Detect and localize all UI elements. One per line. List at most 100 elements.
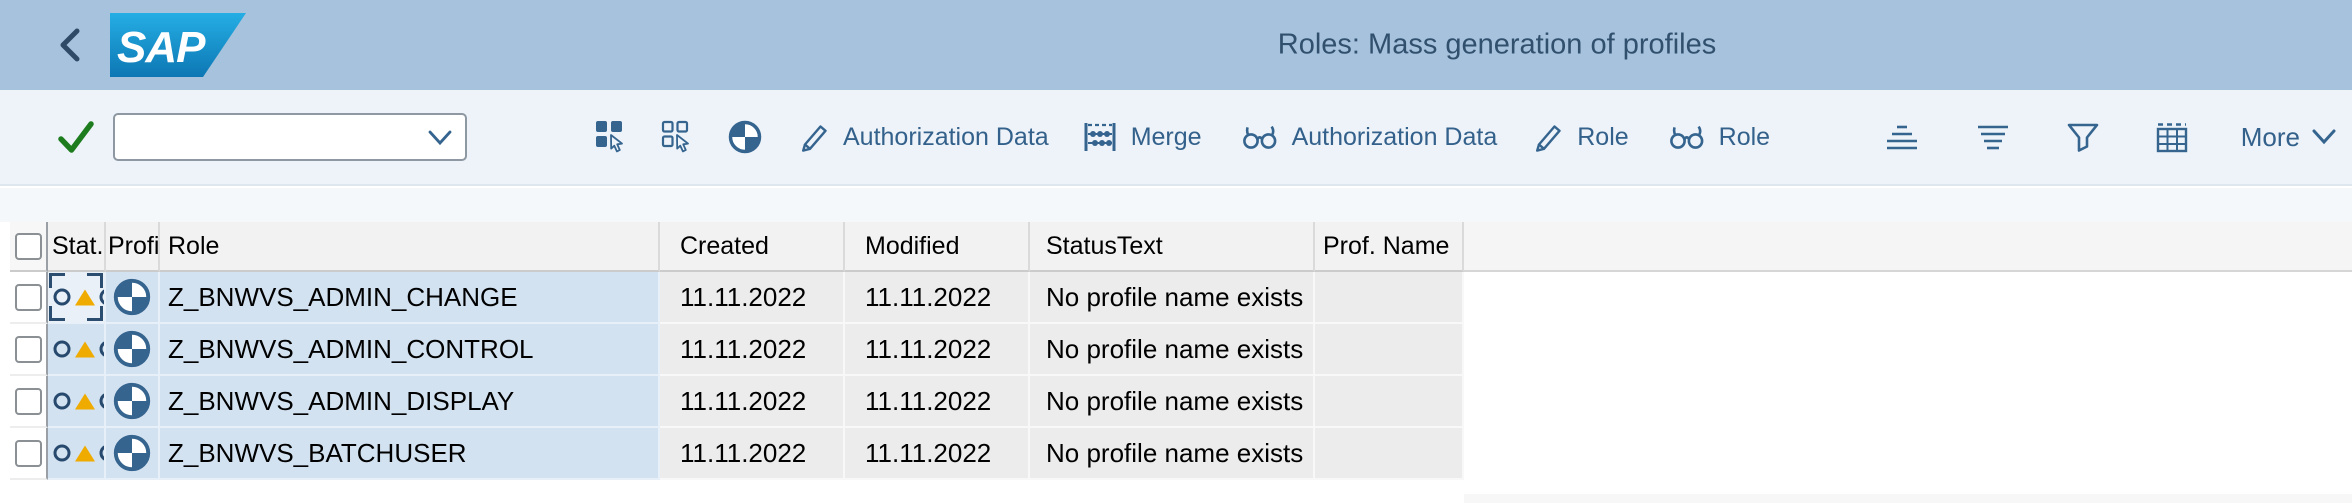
status-inactive-circle-icon bbox=[98, 287, 106, 307]
modified-cell[interactable]: 11.11.2022 bbox=[845, 272, 1030, 324]
generate-profile-icon bbox=[728, 120, 762, 154]
status-cell[interactable] bbox=[48, 376, 106, 428]
more-label: More bbox=[2241, 122, 2300, 153]
sap-logo: SAP bbox=[110, 13, 246, 77]
svg-text:SAP: SAP bbox=[117, 23, 206, 72]
column-header-profile[interactable]: Profile bbox=[106, 222, 160, 272]
application-toolbar: Authorization Data Merge Authorization D… bbox=[0, 90, 2352, 186]
more-chevron-icon bbox=[2312, 129, 2336, 145]
toolbar-table-gap bbox=[0, 188, 2352, 222]
status-inactive-circle-icon bbox=[98, 391, 106, 411]
focus-bracket bbox=[49, 306, 65, 321]
status-inactive-circle-icon bbox=[52, 391, 72, 411]
pencil-icon bbox=[1533, 121, 1563, 153]
prof-name-cell[interactable] bbox=[1315, 324, 1464, 376]
status-text-cell[interactable]: No profile name exists bbox=[1030, 272, 1315, 324]
column-header-statustext[interactable]: StatusText bbox=[1030, 222, 1315, 272]
filter-button[interactable] bbox=[2066, 121, 2100, 153]
more-button[interactable]: More bbox=[2241, 122, 2336, 153]
focus-bracket bbox=[87, 306, 103, 321]
profile-harvey-ball-icon bbox=[113, 330, 151, 368]
row-checkbox[interactable] bbox=[15, 440, 42, 467]
header-bar: SAP Roles: Mass generation of profiles bbox=[0, 0, 2352, 90]
profile-harvey-ball-icon bbox=[113, 278, 151, 316]
status-warning-triangle-icon bbox=[74, 340, 96, 359]
select-all-header-cell bbox=[10, 222, 48, 272]
display-role-label: Role bbox=[1719, 123, 1770, 152]
back-chevron-icon bbox=[52, 23, 88, 67]
profile-harvey-ball-icon bbox=[113, 434, 151, 472]
modified-cell[interactable]: 11.11.2022 bbox=[845, 428, 1030, 480]
status-cell[interactable] bbox=[48, 428, 106, 480]
confirm-button[interactable] bbox=[57, 119, 95, 155]
status-text-cell[interactable]: No profile name exists bbox=[1030, 324, 1315, 376]
table-settings-button[interactable] bbox=[2155, 121, 2189, 153]
table-right-fill bbox=[1464, 494, 2352, 503]
role-cell[interactable]: Z_BNWVS_BATCHUSER bbox=[160, 428, 660, 480]
column-header-stat[interactable]: Stat.. bbox=[48, 222, 106, 272]
toolbar-right-group: More bbox=[1829, 121, 2336, 153]
display-authorization-data-label: Authorization Data bbox=[1292, 123, 1498, 152]
chevron-down-icon[interactable] bbox=[427, 129, 453, 147]
created-cell[interactable]: 11.11.2022 bbox=[660, 272, 845, 324]
profile-cell[interactable] bbox=[106, 272, 160, 324]
role-cell[interactable]: Z_BNWVS_ADMIN_CHANGE bbox=[160, 272, 660, 324]
created-cell[interactable]: 11.11.2022 bbox=[660, 376, 845, 428]
sort-descending-icon bbox=[1975, 121, 2011, 153]
command-input[interactable] bbox=[115, 117, 405, 157]
row-checkbox[interactable] bbox=[15, 388, 42, 415]
row-checkbox[interactable] bbox=[15, 284, 42, 311]
column-header-prof-name[interactable]: Prof. Name bbox=[1315, 222, 1464, 272]
select-all-button[interactable] bbox=[595, 120, 629, 154]
deselect-all-button[interactable] bbox=[661, 120, 695, 154]
role-cell[interactable]: Z_BNWVS_ADMIN_CONTROL bbox=[160, 324, 660, 376]
modified-cell[interactable]: 11.11.2022 bbox=[845, 376, 1030, 428]
modified-cell[interactable]: 11.11.2022 bbox=[845, 324, 1030, 376]
confirm-check-icon bbox=[57, 119, 95, 155]
status-text-cell[interactable]: No profile name exists bbox=[1030, 376, 1315, 428]
back-button[interactable] bbox=[52, 23, 88, 67]
prof-name-cell[interactable] bbox=[1315, 272, 1464, 324]
select-all-icon bbox=[595, 120, 629, 154]
row-select-cell bbox=[10, 428, 48, 480]
status-text-cell[interactable]: No profile name exists bbox=[1030, 428, 1315, 480]
header-filler bbox=[1464, 222, 2352, 272]
row-checkbox[interactable] bbox=[15, 336, 42, 363]
status-warning-triangle-icon bbox=[74, 392, 96, 411]
row-select-cell bbox=[10, 272, 48, 324]
column-header-modified[interactable]: Modified bbox=[845, 222, 1030, 272]
status-cell[interactable] bbox=[48, 324, 106, 376]
profile-cell[interactable] bbox=[106, 428, 160, 480]
roles-table: Stat.. Profile Role Created Modified Sta… bbox=[0, 222, 2352, 480]
table-row: Z_BNWVS_ADMIN_CONTROL 11.11.2022 11.11.2… bbox=[0, 324, 1464, 376]
prof-name-cell[interactable] bbox=[1315, 376, 1464, 428]
row-select-cell bbox=[10, 376, 48, 428]
sort-ascending-button[interactable] bbox=[1884, 121, 1920, 153]
edit-role-button[interactable]: Role bbox=[1533, 121, 1628, 153]
edit-authorization-data-button[interactable]: Authorization Data bbox=[799, 121, 1049, 153]
status-warning-triangle-icon bbox=[74, 288, 96, 307]
status-inactive-circle-icon bbox=[98, 339, 106, 359]
profile-cell[interactable] bbox=[106, 376, 160, 428]
focus-bracket bbox=[49, 273, 65, 288]
role-cell[interactable]: Z_BNWVS_ADMIN_DISPLAY bbox=[160, 376, 660, 428]
display-authorization-data-button[interactable]: Authorization Data bbox=[1242, 123, 1498, 152]
created-cell[interactable]: 11.11.2022 bbox=[660, 428, 845, 480]
created-cell[interactable]: 11.11.2022 bbox=[660, 324, 845, 376]
merge-label: Merge bbox=[1131, 123, 1202, 152]
profile-cell[interactable] bbox=[106, 324, 160, 376]
select-all-checkbox[interactable] bbox=[15, 233, 42, 260]
generate-button[interactable] bbox=[728, 120, 762, 154]
prof-name-cell[interactable] bbox=[1315, 428, 1464, 480]
edit-authorization-data-label: Authorization Data bbox=[843, 123, 1049, 152]
command-combobox[interactable] bbox=[113, 113, 467, 161]
display-role-button[interactable]: Role bbox=[1669, 123, 1770, 152]
sort-descending-button[interactable] bbox=[1975, 121, 2011, 153]
column-header-role[interactable]: Role bbox=[160, 222, 660, 272]
status-inactive-circle-icon bbox=[98, 443, 106, 463]
status-cell-focused[interactable] bbox=[48, 272, 106, 324]
edit-role-label: Role bbox=[1577, 123, 1628, 152]
column-header-created[interactable]: Created bbox=[660, 222, 845, 272]
status-inactive-circle-icon bbox=[52, 443, 72, 463]
merge-button[interactable]: Merge bbox=[1083, 121, 1202, 153]
